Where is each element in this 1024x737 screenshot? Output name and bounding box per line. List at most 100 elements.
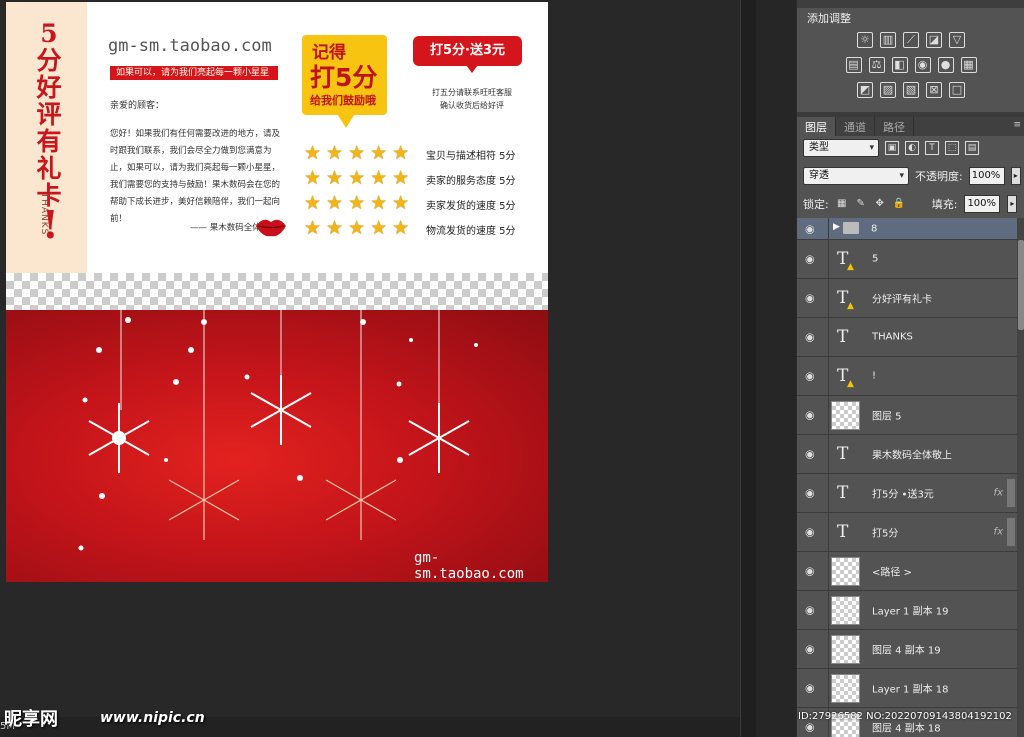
adjustment-filter-icon[interactable]: ◐ <box>905 141 919 155</box>
visibility-eye-icon[interactable]: ◉ <box>805 604 815 617</box>
type-layer-icon: T <box>837 444 849 464</box>
layer-row[interactable]: ◉ Layer 1 副本 19 <box>797 591 1017 630</box>
photo-filter-icon[interactable]: ◉ <box>914 57 931 73</box>
tab-paths[interactable]: 路径 <box>875 117 914 136</box>
shape-filter-icon[interactable]: ⬚ <box>945 141 959 155</box>
smart-object-filter-icon[interactable]: ▤ <box>965 141 979 155</box>
fill-dropdown-icon[interactable]: ▸ <box>1007 195 1018 213</box>
invert-icon[interactable]: ◩ <box>857 82 873 98</box>
type-layer-icon: T <box>837 483 849 503</box>
rating-row: ★★★★★ 物流发货的速度 5分 <box>304 217 540 242</box>
shop-banner: 如果可以，请为我们亮起每一颗小星星 <box>110 66 278 80</box>
vertical-scrollbar[interactable] <box>740 0 756 737</box>
visibility-eye-icon[interactable]: ◉ <box>805 222 815 235</box>
posterize-icon[interactable]: ▨ <box>880 82 896 98</box>
star-icons: ★★★★★ <box>304 142 415 164</box>
curves-icon[interactable]: ⟋ <box>903 32 919 48</box>
layer-row[interactable]: ◉ Layer 1 副本 18 <box>797 669 1017 708</box>
lock-transparent-icon[interactable]: ▦ <box>836 198 848 210</box>
layer-row[interactable]: ◉ 图层 5 <box>797 396 1017 435</box>
opacity-input[interactable]: 100% <box>968 167 1005 185</box>
expand-arrow-icon[interactable]: ▶ <box>833 222 840 232</box>
blend-mode-select[interactable]: 穿透 <box>803 167 909 185</box>
tab-layers[interactable]: 图层 <box>797 117 836 136</box>
selective-color-icon[interactable]: □ <box>949 82 965 98</box>
rating-label: 卖家发货的速度 5分 <box>426 201 516 212</box>
visibility-eye-icon[interactable]: ◉ <box>805 370 815 383</box>
snowflake-decoration <box>78 310 478 551</box>
visibility-eye-icon[interactable]: ◉ <box>805 409 815 422</box>
rating-label: 宝贝与描述相符 5分 <box>426 151 516 162</box>
layer-name: 打5分 •送3元 <box>872 489 934 501</box>
rating-label: 卖家的服务态度 5分 <box>426 176 516 187</box>
layer-row[interactable]: ◉ T 打5分 fx <box>797 513 1017 552</box>
channel-mixer-icon[interactable]: ● <box>937 57 954 73</box>
fx-icon[interactable]: fx <box>994 527 1003 538</box>
blend-mode-value: 穿透 <box>809 170 829 181</box>
layer-row[interactable]: ◉ T 打5分 •送3元 fx <box>797 474 1017 513</box>
fill-input[interactable]: 100% <box>964 195 1001 213</box>
vibrance-icon[interactable]: ▽ <box>949 32 965 48</box>
folder-icon <box>843 222 859 234</box>
tab-channels[interactable]: 通道 <box>836 117 875 136</box>
pixel-filter-icon[interactable]: ▣ <box>885 141 899 155</box>
layer-row[interactable]: ◉ T ▲ 5 <box>797 240 1017 279</box>
visibility-eye-icon[interactable]: ◉ <box>805 292 815 305</box>
levels-icon[interactable]: ▥ <box>880 32 896 48</box>
visibility-eye-icon[interactable]: ◉ <box>805 643 815 656</box>
document-canvas[interactable]: 5分好评有礼卡 THANKS ! gm-sm.taobao.com 如果可以，请… <box>6 2 548 582</box>
black-white-icon[interactable]: ◧ <box>891 57 908 73</box>
visibility-eye-icon[interactable]: ◉ <box>805 682 815 695</box>
promo-bubble-tail <box>466 65 478 73</box>
gradient-map-icon[interactable]: ⊠ <box>926 82 942 98</box>
visibility-eye-icon[interactable]: ◉ <box>805 487 815 500</box>
layer-name: Layer 1 副本 19 <box>872 606 949 618</box>
layers-scroll-thumb[interactable] <box>1018 240 1024 330</box>
adjustment-icons: ☼ ▥ ⟋ ◪ ▽ ▤ ⚖ ◧ ◉ ● ▦ ◩ ▨ ▧ ⊠ □ <box>797 32 1024 107</box>
layer-row[interactable]: ◉ <路径 > <box>797 552 1017 591</box>
layer-filter-row: 类型 ▣ ◐ T ⬚ ▤ <box>803 138 1019 158</box>
visibility-eye-icon[interactable]: ◉ <box>805 331 815 344</box>
opacity-dropdown-icon[interactable]: ▸ <box>1010 167 1021 185</box>
warning-icon: ▲ <box>847 379 854 389</box>
layer-row[interactable]: ◉ 图层 4 副本 19 <box>797 630 1017 669</box>
visibility-eye-icon[interactable]: ◉ <box>805 448 815 461</box>
layer-row[interactable]: ◉ T ▲ ! <box>797 357 1017 396</box>
fx-icon[interactable]: fx <box>994 488 1003 499</box>
visibility-eye-icon[interactable]: ◉ <box>805 526 815 539</box>
hue-saturation-icon[interactable]: ▤ <box>845 57 862 73</box>
threshold-icon[interactable]: ▧ <box>903 82 919 98</box>
adjustments-title: 添加调整 <box>807 12 851 25</box>
filter-kind-select[interactable]: 类型 <box>803 139 879 157</box>
exposure-icon[interactable]: ◪ <box>926 32 942 48</box>
watermark-url: www.nipic.cn <box>100 710 205 726</box>
lock-row: 锁定: ▦ ✎ ✥ 🔒 填充: 100% ▸ <box>803 194 1021 214</box>
color-lookup-icon[interactable]: ▦ <box>960 57 977 73</box>
layer-row[interactable]: ◉ T THANKS <box>797 318 1017 357</box>
sticky-note-tail <box>336 112 356 128</box>
visibility-eye-icon[interactable]: ◉ <box>805 565 815 578</box>
christmas-card-back: gm-sm.taobao.com <box>6 310 548 582</box>
visibility-eye-icon[interactable]: ◉ <box>805 253 815 266</box>
effects-toggle-icon[interactable] <box>1007 479 1015 507</box>
star-icons: ★★★★★ <box>304 167 415 189</box>
color-balance-icon[interactable]: ⚖ <box>868 57 885 73</box>
effects-toggle-icon[interactable] <box>1007 518 1015 546</box>
card-shop-url: gm-sm.taobao.com <box>414 550 524 582</box>
layer-name: ! <box>872 370 877 382</box>
layer-row[interactable]: ◉ T ▲ 分好评有礼卡 <box>797 279 1017 318</box>
lock-paint-icon[interactable]: ✎ <box>855 198 867 210</box>
layer-row[interactable]: ◉ T 果木数码全体敬上 <box>797 435 1017 474</box>
type-filter-icon[interactable]: T <box>925 141 939 155</box>
layer-thumbnail <box>831 596 860 625</box>
lock-all-icon[interactable]: 🔒 <box>893 198 905 210</box>
sticky-line-3: 给我们鼓励哦 <box>310 94 376 107</box>
panel-menu-icon[interactable]: ≡ <box>1013 120 1021 130</box>
layer-row[interactable]: ◉ ▶ 8 <box>797 218 1017 240</box>
visibility-eye-icon[interactable]: ◉ <box>805 721 815 734</box>
brightness-icon[interactable]: ☼ <box>857 32 873 48</box>
layer-name: 8 <box>871 223 878 234</box>
watermark-id: ID:27926582 NO:20220709143804192102 <box>798 711 1012 722</box>
lock-position-icon[interactable]: ✥ <box>874 198 886 210</box>
layer-name: 图层 5 <box>872 411 902 423</box>
